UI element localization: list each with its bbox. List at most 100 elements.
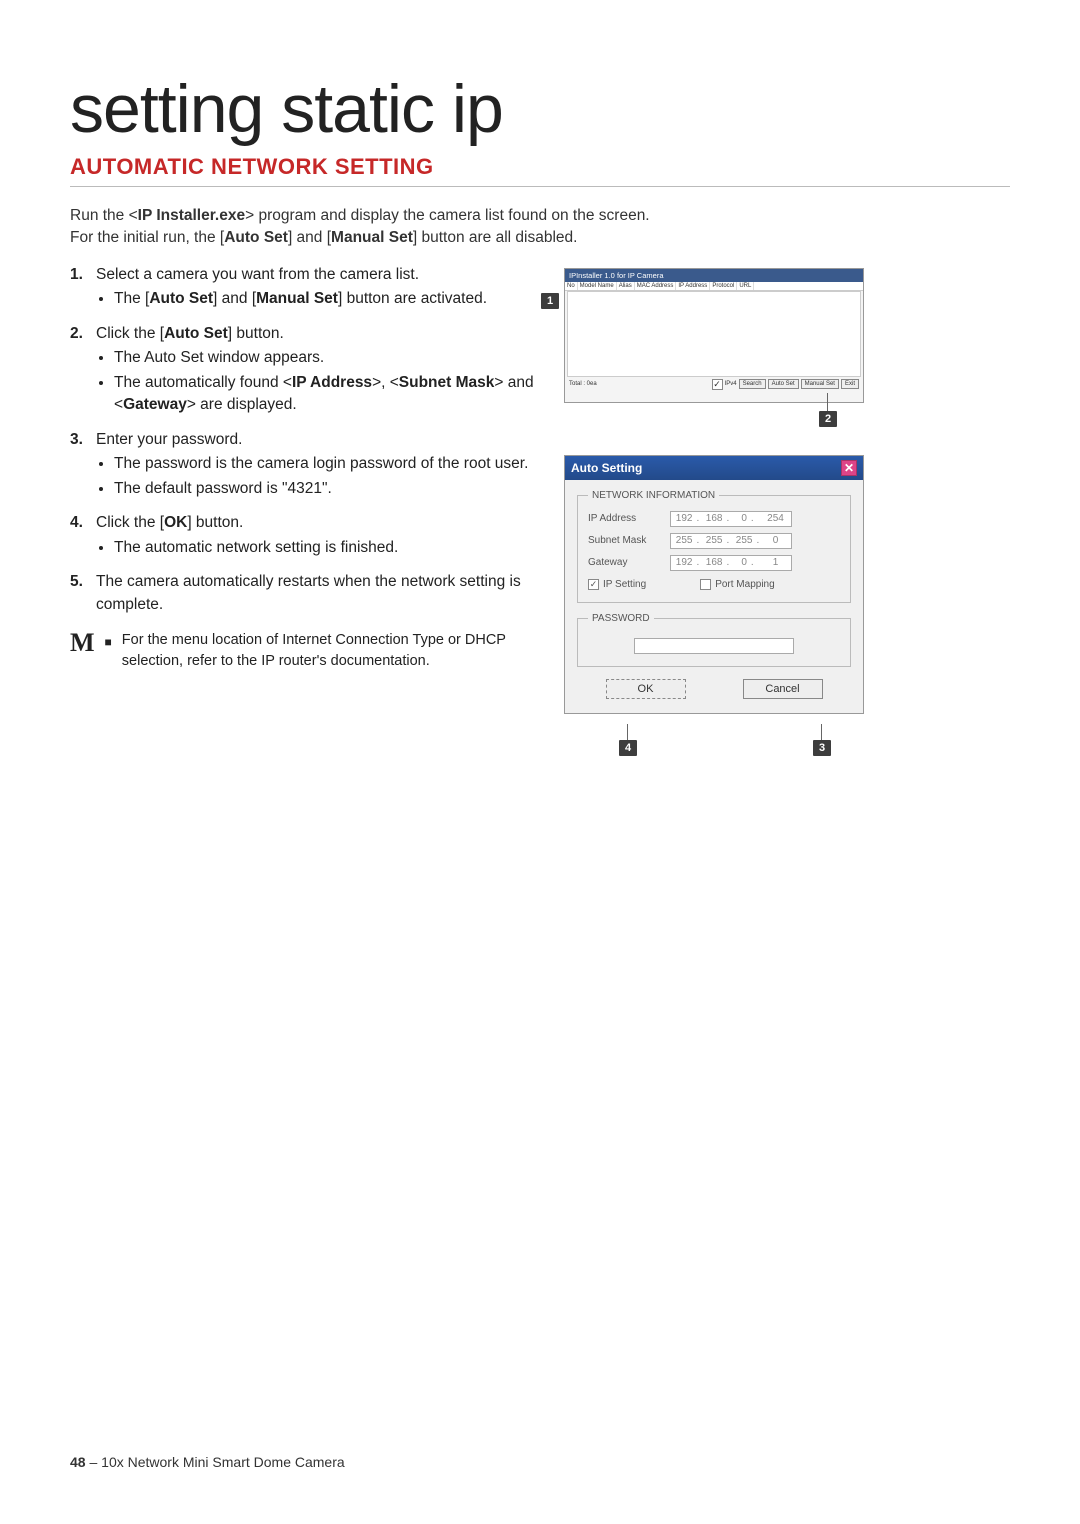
- ip-octet: 255: [671, 534, 701, 548]
- note-bullet-icon: ■: [105, 630, 112, 672]
- ip-address-field[interactable]: 1921680254: [670, 511, 792, 527]
- ip-octet: 0: [761, 534, 791, 548]
- password-legend: PASSWORD: [588, 613, 654, 624]
- camera-list[interactable]: [567, 291, 861, 377]
- ipv4-checkbox[interactable]: ✓: [712, 379, 723, 390]
- step-4-bullet-1: The automatic network setting is finishe…: [114, 537, 540, 559]
- t: Gateway: [123, 396, 187, 413]
- t: > are displayed.: [187, 396, 297, 413]
- cancel-button[interactable]: Cancel: [743, 679, 823, 699]
- ip-octet: 0: [731, 556, 761, 570]
- col-no: No: [565, 282, 578, 290]
- ip-setting-label: IP Setting: [603, 579, 646, 590]
- col-protocol: Protocol: [710, 282, 737, 290]
- password-input[interactable]: [634, 638, 794, 654]
- t: The [: [114, 290, 149, 307]
- ip-octet: 192: [671, 512, 701, 526]
- callout-3: 3: [813, 740, 831, 756]
- step-3-bullet-1: The password is the camera login passwor…: [114, 453, 540, 475]
- auto-setting-titlebar: Auto Setting ✕: [565, 456, 863, 480]
- subnet-mask-label: Subnet Mask: [588, 535, 662, 546]
- page-number: 48: [70, 1454, 86, 1470]
- ok-button[interactable]: OK: [606, 679, 686, 699]
- col-alias: Alias: [617, 282, 635, 290]
- ip-octet: 192: [671, 556, 701, 570]
- ip-address-label: IP Address: [588, 513, 662, 524]
- ip-octet: 255: [701, 534, 731, 548]
- t: Manual Set: [256, 290, 338, 307]
- t: ] and [: [213, 290, 256, 307]
- manual-set-button[interactable]: Manual Set: [801, 379, 839, 389]
- exit-button[interactable]: Exit: [841, 379, 859, 389]
- step-3-bullet-2: The default password is "4321".: [114, 478, 540, 500]
- auto-set-button[interactable]: Auto Set: [768, 379, 799, 389]
- t: ] button are activated.: [338, 290, 487, 307]
- step-5: The camera automatically restarts when t…: [70, 571, 540, 616]
- intro-text: ] and [: [288, 229, 331, 246]
- t: IP Address: [292, 374, 372, 391]
- intro-text: For the initial run, the [: [70, 229, 224, 246]
- t: Enter your password.: [96, 431, 242, 448]
- step-2-bullet-1: The Auto Set window appears.: [114, 347, 540, 369]
- t: Auto Set: [149, 290, 213, 307]
- gateway-field[interactable]: 19216801: [670, 555, 792, 571]
- close-icon[interactable]: ✕: [841, 460, 857, 476]
- t: Auto Set: [164, 325, 228, 342]
- subnet-mask-field[interactable]: 2552552550: [670, 533, 792, 549]
- col-url: URL: [737, 282, 754, 290]
- ip-installer-window: 1 IPInstaller 1.0 for IP Camera No Model…: [564, 268, 864, 403]
- step-3: Enter your password. The password is the…: [70, 429, 540, 500]
- col-ip: IP Address: [676, 282, 710, 290]
- port-mapping-checkbox[interactable]: [700, 579, 711, 590]
- step-2: Click the [Auto Set] button. The Auto Se…: [70, 323, 540, 417]
- t: The automatically found <: [114, 374, 292, 391]
- total-label: Total : 0ea: [569, 381, 597, 387]
- ip-octet: 168: [701, 512, 731, 526]
- t: Click the [: [96, 325, 164, 342]
- step-1: Select a camera you want from the camera…: [70, 264, 540, 311]
- auto-setting-dialog: Auto Setting ✕ NETWORK INFORMATION IP Ad…: [564, 455, 864, 714]
- footer-sep: –: [86, 1454, 102, 1470]
- gateway-label: Gateway: [588, 557, 662, 568]
- intro-text: Run the <: [70, 207, 138, 224]
- step-2-bullet-2: The automatically found <IP Address>, <S…: [114, 372, 540, 417]
- callout-4: 4: [619, 740, 637, 756]
- t: ] button.: [187, 514, 243, 531]
- note-text: For the menu location of Internet Connec…: [122, 630, 540, 672]
- ip-installer-columns: No Model Name Alias MAC Address IP Addre…: [565, 282, 863, 291]
- intro-paragraph: Run the <IP Installer.exe> program and d…: [70, 205, 1010, 250]
- ip-octet: 1: [761, 556, 791, 570]
- intro-bold: Auto Set: [224, 229, 288, 246]
- callout-2: 2: [819, 411, 837, 427]
- t: ] button.: [228, 325, 284, 342]
- page-title: setting static ip: [70, 70, 1010, 148]
- network-information-group: NETWORK INFORMATION IP Address 192168025…: [577, 490, 851, 603]
- step-text: Select a camera you want from the camera…: [96, 266, 419, 283]
- callout-1: 1: [541, 293, 559, 309]
- callout-2-line: [827, 393, 828, 411]
- ip-setting-checkbox[interactable]: ✓: [588, 579, 599, 590]
- t: >, <: [372, 374, 399, 391]
- password-group: PASSWORD: [577, 613, 851, 667]
- steps-list: Select a camera you want from the camera…: [70, 264, 540, 616]
- intro-text: ] button are all disabled.: [413, 229, 578, 246]
- intro-bold: Manual Set: [331, 229, 413, 246]
- ip-octet: 0: [731, 512, 761, 526]
- footer-text: 10x Network Mini Smart Dome Camera: [101, 1454, 345, 1470]
- ip-octet: 255: [731, 534, 761, 548]
- search-button[interactable]: Search: [739, 379, 766, 389]
- step-4: Click the [OK] button. The automatic net…: [70, 512, 540, 559]
- col-model: Model Name: [578, 282, 617, 290]
- ip-octet: 168: [701, 556, 731, 570]
- page-footer: 48 – 10x Network Mini Smart Dome Camera: [70, 1454, 345, 1470]
- t: Subnet Mask: [399, 374, 495, 391]
- col-mac: MAC Address: [635, 282, 677, 290]
- intro-bold: IP Installer.exe: [138, 207, 245, 224]
- ipv4-label: IPv4: [725, 381, 737, 387]
- callout-3-line: [821, 724, 822, 740]
- ip-installer-titlebar: IPInstaller 1.0 for IP Camera: [565, 269, 863, 282]
- note-row: M ■ For the menu location of Internet Co…: [70, 630, 540, 672]
- ip-octet: 254: [761, 512, 791, 526]
- t: Click the [: [96, 514, 164, 531]
- section-heading: AUTOMATIC NETWORK SETTING: [70, 154, 1010, 187]
